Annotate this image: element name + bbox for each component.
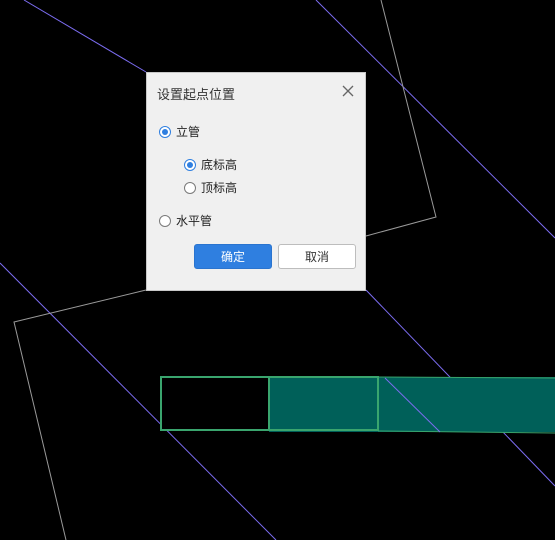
radio-label: 立管 (176, 125, 201, 139)
radio-button[interactable] (159, 214, 171, 227)
radio-label: 水平管 (176, 214, 213, 228)
radio-top-elevation[interactable]: 顶标高 (184, 179, 237, 196)
set-start-position-dialog: 设置起点位置 立管 底标高 顶标高 水平管 确定 取消 (146, 72, 366, 291)
room-outline (365, 0, 437, 237)
pipe-segment-start[interactable] (160, 376, 270, 431)
radio-button-checked[interactable] (184, 158, 196, 171)
radio-vertical-pipe[interactable]: 立管 (159, 123, 200, 140)
guide-line-top-left (23, 0, 147, 73)
radio-button[interactable] (184, 181, 196, 194)
close-icon[interactable] (341, 84, 355, 98)
radio-button-checked[interactable] (159, 125, 171, 138)
radio-label: 底标高 (201, 158, 238, 172)
confirm-button[interactable]: 确定 (194, 244, 272, 269)
radio-horizontal-pipe[interactable]: 水平管 (159, 212, 212, 229)
radio-bottom-elevation[interactable]: 底标高 (184, 156, 237, 173)
radio-label: 顶标高 (201, 181, 238, 195)
room-outline-lower (13, 289, 147, 540)
dialog-title: 设置起点位置 (157, 88, 236, 103)
cancel-button[interactable]: 取消 (278, 244, 356, 269)
